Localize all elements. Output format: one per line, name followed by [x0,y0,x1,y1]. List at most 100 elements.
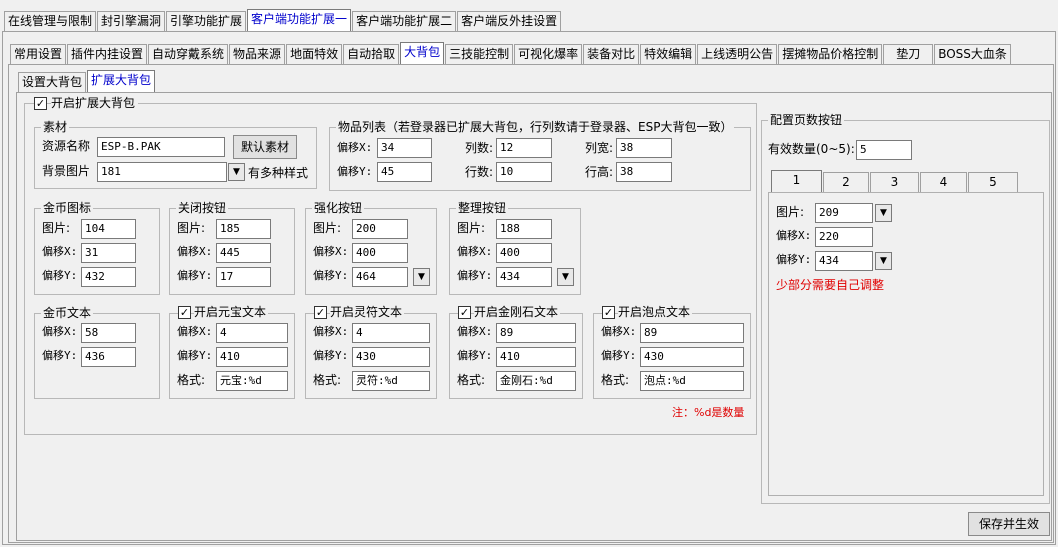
rows-input[interactable]: 10 [496,162,552,182]
item-list-title: 物品列表（若登录器已扩展大背包，行列数请于登录器、ESP大背包一致） [336,120,735,134]
close-btn-x-input[interactable]: 445 [216,243,271,263]
enhance-btn-x-input[interactable]: 400 [352,243,408,263]
tab-engine-ext[interactable]: 引擎功能扩展 [166,11,247,31]
item-offx-input[interactable]: 34 [377,138,432,158]
close-btn-pic-input[interactable]: 185 [216,219,271,239]
jgs-text-checkbox[interactable]: ✓ [458,306,471,319]
rowh-input[interactable]: 38 [616,162,672,182]
gold-icon-pic-label: 图片: [42,221,71,235]
subtab-item-source[interactable]: 物品来源 [229,44,286,64]
subtab-plugin[interactable]: 插件内挂设置 [67,44,148,64]
subtab-fx-edit[interactable]: 特效编辑 [640,44,697,64]
subtab-dao[interactable]: 垫刀 [883,44,934,64]
page-y-input[interactable]: 434 [815,251,873,271]
gold-icon-x-input[interactable]: 31 [81,243,136,263]
page-count-input[interactable]: 5 [856,140,912,160]
close-btn-x-label: 偏移X: [177,245,213,258]
enhance-btn-y-input[interactable]: 464 [352,267,408,287]
tab-online-mgmt[interactable]: 在线管理与限制 [4,11,97,31]
subtab-stall-price[interactable]: 摆摊物品价格控制 [778,44,883,64]
page-tab-4[interactable]: 4 [920,172,967,192]
subtab-skill3[interactable]: 三技能控制 [445,44,514,64]
subtab-auto-wear[interactable]: 自动穿戴系统 [148,44,229,64]
bag-tabbar: 设置大背包 扩展大背包 [18,70,156,92]
bg-note: 有多种样式 [248,166,309,180]
enhance-btn-x-label: 偏移X: [313,245,349,258]
cols-input[interactable]: 12 [496,138,552,158]
pd-text-y-input[interactable]: 430 [640,347,744,367]
page-x-input[interactable]: 220 [815,227,873,247]
jgs-text-x-input[interactable]: 89 [496,323,576,343]
tab-client-anticheat[interactable]: 客户端反外挂设置 [457,11,562,31]
enhance-btn-dropdown-icon[interactable]: ▼ [413,268,430,286]
yb-text-y-input[interactable]: 410 [216,347,288,367]
bg-image-select[interactable]: 181 [97,162,227,182]
sort-btn-pic-input[interactable]: 188 [496,219,552,239]
subtab-drop-rate[interactable]: 可视化爆率 [514,44,583,64]
gold-icon-y-input[interactable]: 432 [81,267,136,287]
jgs-text-title: 开启金刚石文本 [474,302,561,322]
subtab-common[interactable]: 常用设置 [10,44,67,64]
colw-input[interactable]: 38 [616,138,672,158]
enable-ext-bag-checkbox[interactable]: ✓ [34,97,47,110]
tab-client-ext-2[interactable]: 客户端功能扩展二 [352,11,457,31]
lf-text-x-input[interactable]: 4 [352,323,430,343]
jgs-text-fmt-label: 格式: [457,373,486,387]
pd-text-checkbox[interactable]: ✓ [602,306,615,319]
page-pic-input[interactable]: 209 [815,203,873,223]
close-btn-y-label: 偏移Y: [177,269,213,282]
lf-text-fmt-input[interactable]: 灵符:%d [352,371,430,391]
res-name-input[interactable]: ESP-B.PAK [97,137,225,157]
bg-image-label: 背景图片 [42,164,91,178]
pd-text-x-input[interactable]: 89 [640,323,744,343]
page-y-dropdown-icon[interactable]: ▼ [875,252,892,270]
save-apply-button[interactable]: 保存并生效 [968,512,1050,536]
page-tab-2[interactable]: 2 [823,172,869,192]
subtab-boss-hp[interactable]: BOSS大血条 [934,44,1011,64]
gold-text-x-input[interactable]: 58 [81,323,136,343]
tab-set-bag[interactable]: 设置大背包 [18,72,87,92]
sort-btn-x-input[interactable]: 400 [496,243,552,263]
tab-engine-bug[interactable]: 封引擎漏洞 [97,11,166,31]
res-name-label: 资源名称 [42,139,91,153]
item-offy-input[interactable]: 45 [377,162,432,182]
default-material-button[interactable]: 默认素材 [233,135,297,159]
page-pic-dropdown-icon[interactable]: ▼ [875,204,892,222]
subtab-auto-pickup[interactable]: 自动拾取 [343,44,400,64]
gold-icon-pic-input[interactable]: 104 [81,219,136,239]
page-tab-5[interactable]: 5 [968,172,1018,192]
cols-label: 列数: [465,141,494,155]
sort-btn-y-label: 偏移Y: [457,269,493,282]
format-note: 注：%d是数量 [672,406,745,419]
bg-image-dropdown-icon[interactable]: ▼ [228,163,245,181]
gold-text-y-input[interactable]: 436 [81,347,136,367]
jgs-text-fmt-input[interactable]: 金刚石:%d [496,371,576,391]
enhance-btn-pic-label: 图片: [313,221,342,235]
subtab-login-notice[interactable]: 上线透明公告 [697,44,778,64]
subtab-big-bag[interactable]: 大背包 [400,42,445,64]
close-btn-title: 关闭按钮 [176,201,229,215]
tab-client-ext-1[interactable]: 客户端功能扩展一 [247,9,352,31]
yb-text-checkbox[interactable]: ✓ [178,306,191,319]
gold-text-y-label: 偏移Y: [42,349,78,362]
lf-text-checkbox[interactable]: ✓ [314,306,327,319]
sort-btn-y-input[interactable]: 434 [496,267,552,287]
enhance-btn-pic-input[interactable]: 200 [352,219,408,239]
page-x-label: 偏移X: [776,229,812,242]
yb-text-x-input[interactable]: 4 [216,323,288,343]
page-tab-3[interactable]: 3 [870,172,919,192]
sort-btn-dropdown-icon[interactable]: ▼ [557,268,574,286]
subtab-equip-compare[interactable]: 装备对比 [583,44,640,64]
subtab-ground-fx[interactable]: 地面特效 [286,44,343,64]
yb-text-fmt-input[interactable]: 元宝:%d [216,371,288,391]
close-btn-y-input[interactable]: 17 [216,267,271,287]
tab-ext-bag[interactable]: 扩展大背包 [87,70,156,92]
lf-text-y-input[interactable]: 430 [352,347,430,367]
lf-text-title: 开启灵符文本 [330,302,405,322]
pd-text-fmt-input[interactable]: 泡点:%d [640,371,744,391]
page-tab-1[interactable]: 1 [771,170,822,192]
jgs-text-y-input[interactable]: 410 [496,347,576,367]
page-tabbar: 1 2 3 4 5 [771,170,1019,192]
page-y-label: 偏移Y: [776,253,812,266]
enable-ext-bag-label: 开启扩展大背包 [51,93,139,113]
